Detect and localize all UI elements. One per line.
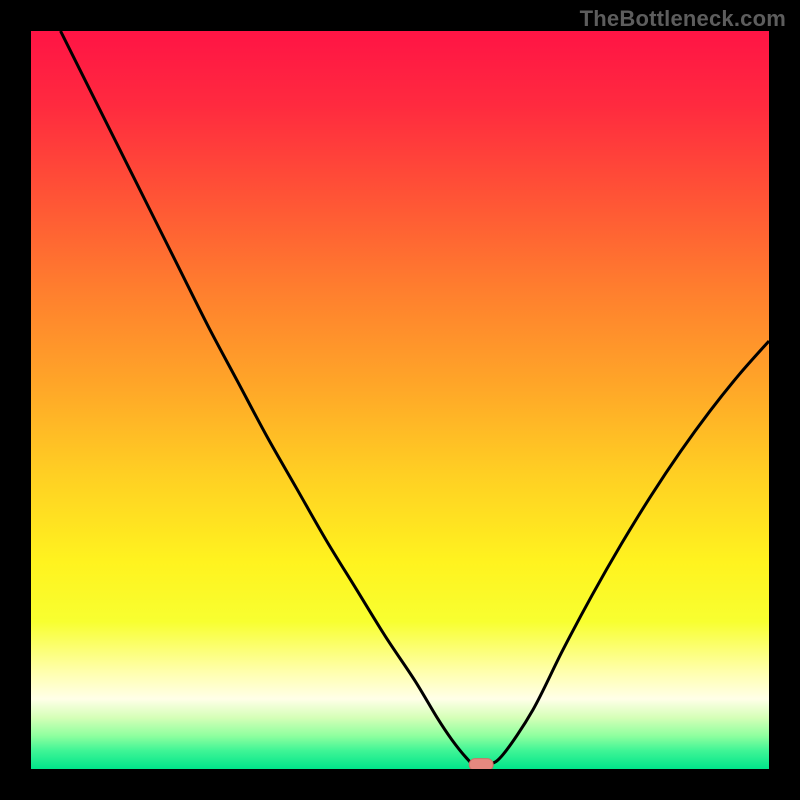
source-watermark: TheBottleneck.com — [580, 6, 786, 32]
optimal-point-marker — [469, 759, 493, 769]
chart-frame: TheBottleneck.com — [0, 0, 800, 800]
chart-svg — [31, 31, 769, 769]
plot-area — [31, 31, 769, 769]
